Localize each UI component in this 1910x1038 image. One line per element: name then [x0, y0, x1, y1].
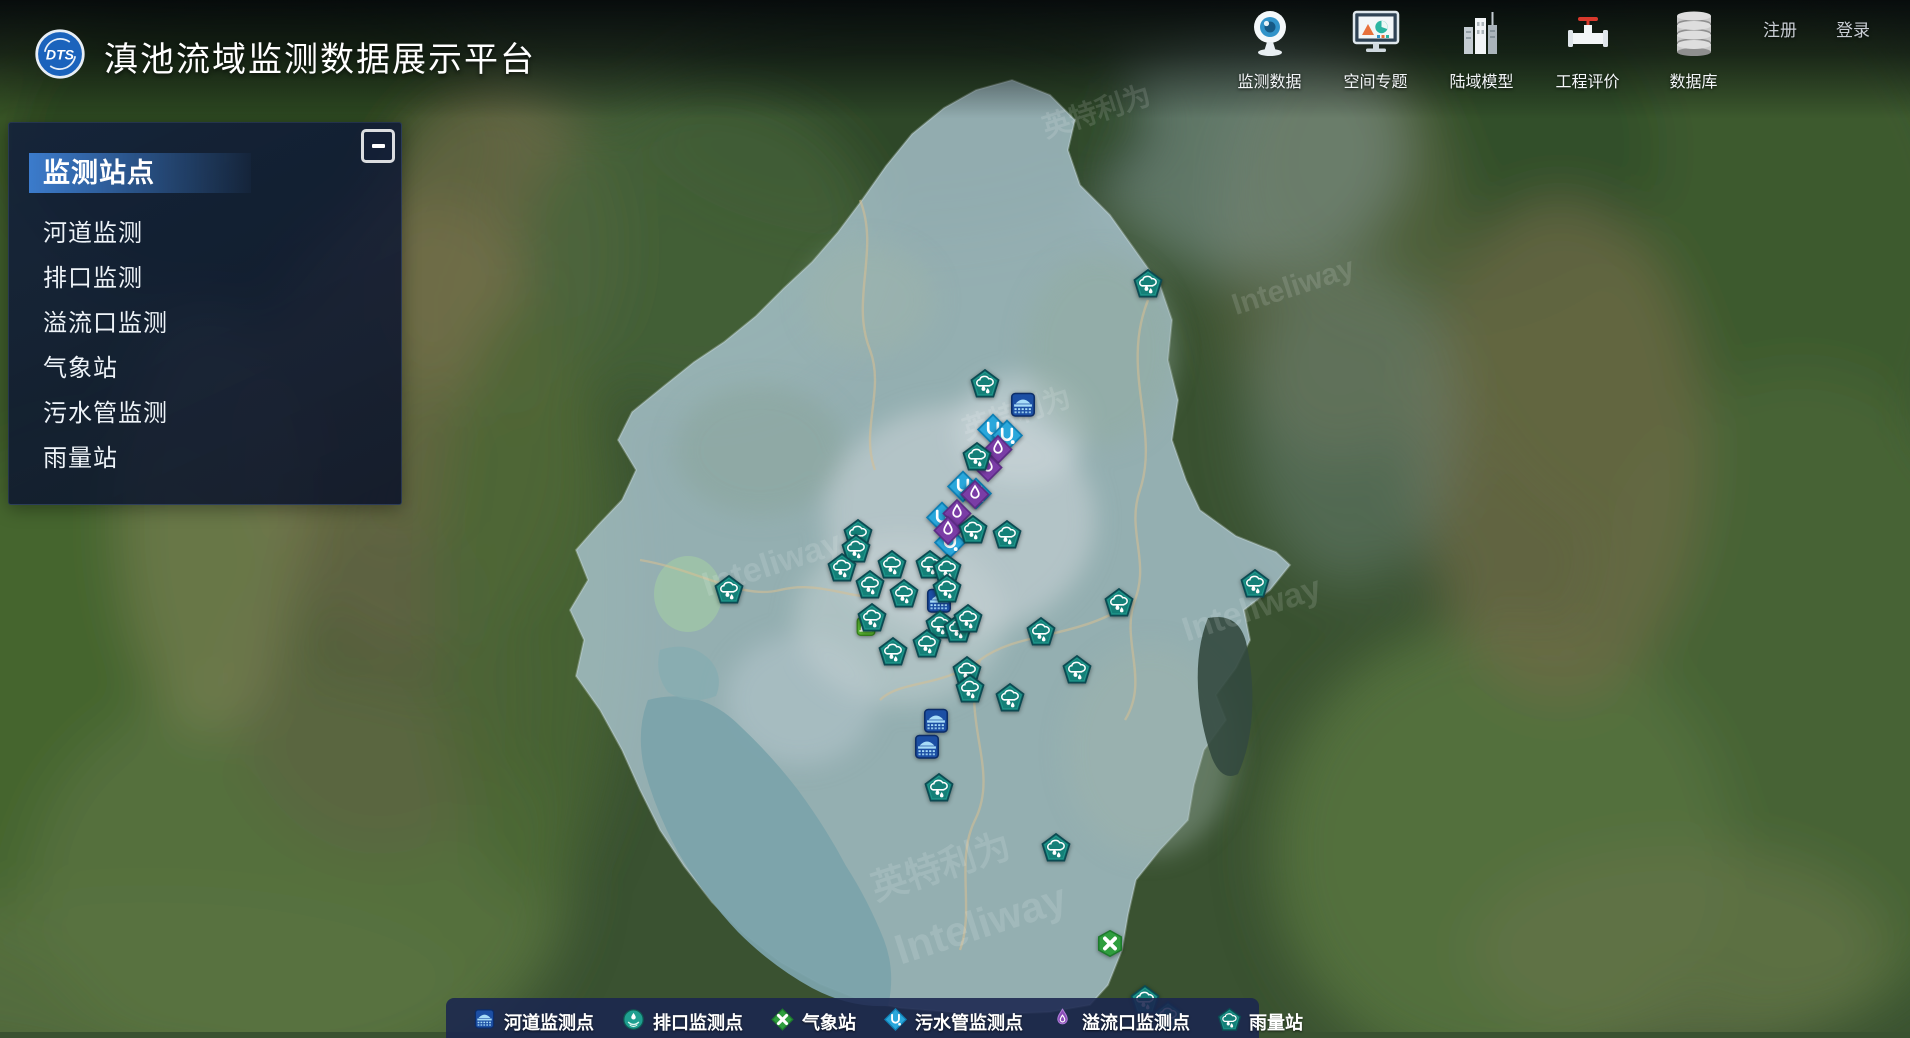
sewer-icon: [883, 1007, 908, 1037]
nav-item-label: 陆域模型: [1449, 68, 1513, 92]
legend-item-label: 排口监测点: [653, 1009, 743, 1035]
sidebar-item-5[interactable]: 污水管监测: [9, 391, 401, 436]
register-label[interactable]: 注册: [1763, 16, 1797, 41]
legend-item-label: 溢流口监测点: [1082, 1009, 1190, 1035]
pipe-valve-icon: [1560, 5, 1616, 66]
sidebar-item-3[interactable]: 溢流口监测: [9, 301, 401, 346]
rain-station-marker[interactable]: [1041, 832, 1072, 868]
legend-item-overflow[interactable]: 溢流口监测点: [1050, 1007, 1190, 1037]
login-link[interactable]: 登录: [1836, 16, 1870, 41]
legend-item-label: 雨量站: [1249, 1009, 1303, 1035]
register-link[interactable]: 注册: [1763, 16, 1797, 41]
river-icon: [472, 1007, 497, 1037]
legend-item-sewer[interactable]: 污水管监测点: [883, 1007, 1023, 1037]
map-legend-bar: 河道监测点 排口监测点 气象站 污水管监测点 溢流口监测点 雨量站: [446, 998, 1259, 1038]
rain-station-marker[interactable]: [1240, 568, 1271, 604]
rain-station-marker[interactable]: [995, 682, 1026, 718]
sidebar-item-1[interactable]: 河道监测: [9, 211, 401, 256]
weather-icon: [770, 1007, 795, 1037]
rain-station-marker[interactable]: [912, 628, 943, 664]
nav-item-3[interactable]: 陆域模型: [1436, 5, 1527, 92]
rain-station-marker[interactable]: [855, 569, 886, 605]
sidebar-item-2[interactable]: 排口监测: [9, 256, 401, 301]
panel-header-monitoring-stations[interactable]: 监测站点: [29, 153, 251, 193]
sidebar-item-4[interactable]: 气象站: [9, 346, 401, 391]
rain-icon: [1217, 1007, 1242, 1037]
app-logo-icon: DTS: [34, 28, 86, 85]
weather-station-marker[interactable]: [1095, 928, 1126, 964]
nav-item-2[interactable]: 空间专题: [1330, 5, 1421, 92]
nav-item-1[interactable]: 监测数据: [1224, 5, 1315, 92]
legend-item-label: 气象站: [802, 1009, 856, 1035]
outfall-icon: [621, 1007, 646, 1037]
river-monitor-marker[interactable]: [912, 732, 943, 768]
login-label[interactable]: 登录: [1836, 16, 1870, 41]
minimize-icon: [372, 144, 385, 148]
sidebar-item-6[interactable]: 雨量站: [9, 436, 401, 481]
small-lake: [654, 556, 722, 632]
buildings-icon: [1454, 5, 1510, 66]
nav-item-5[interactable]: 数据库: [1648, 5, 1739, 92]
panel-menu: 河道监测排口监测溢流口监测气象站污水管监测雨量站: [9, 211, 401, 481]
rain-station-marker[interactable]: [714, 574, 745, 610]
rain-station-marker[interactable]: [827, 552, 858, 588]
rain-station-marker[interactable]: [953, 603, 984, 639]
nav-item-label: 工程评价: [1555, 68, 1619, 92]
svg-text:DTS: DTS: [46, 46, 75, 62]
rain-station-marker[interactable]: [1133, 268, 1164, 304]
rain-station-marker[interactable]: [889, 578, 920, 614]
rain-station-marker[interactable]: [992, 519, 1023, 555]
overflow-icon: [1050, 1007, 1075, 1037]
rain-station-marker[interactable]: [878, 636, 909, 672]
nav-item-label: 数据库: [1669, 68, 1717, 92]
legend-item-rain[interactable]: 雨量站: [1217, 1007, 1303, 1037]
rain-station-marker[interactable]: [955, 673, 986, 709]
database-icon: [1666, 5, 1722, 66]
rain-station-marker[interactable]: [958, 514, 989, 550]
rain-station-marker[interactable]: [857, 602, 888, 638]
nav-item-label: 监测数据: [1237, 68, 1301, 92]
webcam-icon: [1242, 5, 1298, 66]
rain-station-marker[interactable]: [962, 441, 993, 477]
rain-station-marker[interactable]: [1026, 616, 1057, 652]
legend-item-label: 污水管监测点: [915, 1009, 1023, 1035]
page-title: 滇池流域监测数据展示平台: [104, 32, 536, 81]
rain-station-marker[interactable]: [1104, 587, 1135, 623]
nav-item-4[interactable]: 工程评价: [1542, 5, 1633, 92]
nav-item-label: 空间专题: [1343, 68, 1407, 92]
rain-station-marker[interactable]: [970, 368, 1001, 404]
legend-item-weather[interactable]: 气象站: [770, 1007, 856, 1037]
legend-item-outfall[interactable]: 排口监测点: [621, 1007, 743, 1037]
monitoring-stations-panel: 监测站点 河道监测排口监测溢流口监测气象站污水管监测雨量站: [8, 122, 402, 505]
panel-collapse-button[interactable]: [361, 129, 395, 163]
rain-station-marker[interactable]: [1062, 654, 1093, 690]
top-nav: 监测数据 空间专题 陆域模型: [1224, 5, 1739, 92]
app-brand: DTS 滇池流域监测数据展示平台: [34, 28, 536, 85]
rain-station-marker[interactable]: [924, 772, 955, 808]
legend-item-river[interactable]: 河道监测点: [472, 1007, 594, 1037]
legend-item-label: 河道监测点: [504, 1009, 594, 1035]
monitor-chart-icon: [1348, 5, 1404, 66]
